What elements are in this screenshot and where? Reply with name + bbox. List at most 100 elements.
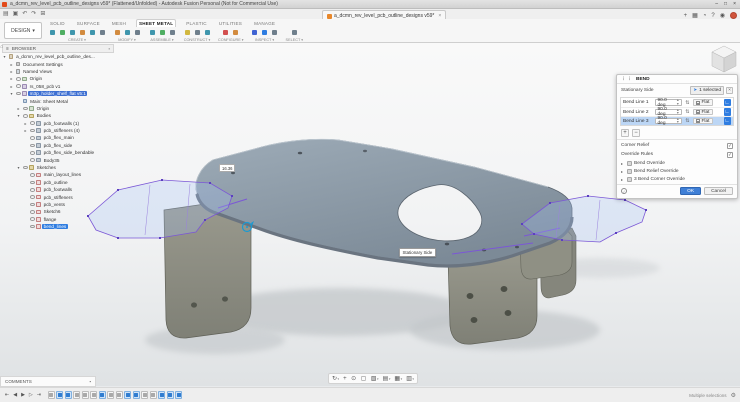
visibility-eye-icon[interactable] — [30, 225, 35, 229]
hole[interactable] — [88, 28, 96, 36]
file-menu[interactable]: ▤ — [3, 11, 9, 17]
timeline-feature[interactable] — [141, 391, 148, 399]
select[interactable] — [290, 28, 298, 36]
ok-button[interactable]: OK — [680, 187, 701, 195]
expand-arrow-icon[interactable] — [16, 106, 21, 111]
tree-body[interactable]: pcb_stiffeners (4) — [23, 127, 114, 134]
timeline-feature[interactable] — [167, 391, 174, 399]
plane[interactable] — [183, 28, 191, 36]
measure[interactable] — [251, 28, 259, 36]
layout-grid[interactable]: ⊞ — [40, 11, 45, 17]
timeline-feature[interactable] — [150, 391, 157, 399]
flip-direction-icon[interactable]: ⇅ — [684, 109, 691, 115]
job-status[interactable]: ◔ — [703, 13, 707, 19]
visibility-eye-icon[interactable] — [30, 181, 35, 185]
axis[interactable] — [193, 28, 201, 36]
minimize[interactable]: – — [715, 1, 718, 7]
notifications[interactable]: ◉ — [720, 13, 725, 19]
user-avatar[interactable] — [730, 12, 737, 19]
go-to-end[interactable]: ⇥ — [36, 392, 42, 398]
display[interactable] — [271, 28, 279, 36]
flat-state-button[interactable]: Flat — [693, 109, 713, 116]
angle-input[interactable]: 90.0 deg▲▼ — [655, 99, 682, 106]
convert[interactable] — [98, 28, 106, 36]
extrude[interactable] — [58, 28, 66, 36]
go-to-start[interactable]: ⇤ — [4, 392, 10, 398]
expand-arrow-icon[interactable] — [23, 121, 28, 126]
visibility-eye-icon[interactable] — [23, 107, 28, 111]
viewcube[interactable] — [712, 46, 736, 72]
zoom[interactable]: ⊙ — [351, 376, 357, 382]
visibility-eye-icon[interactable] — [30, 136, 35, 140]
timeline-feature[interactable] — [175, 391, 182, 399]
flat-state-button[interactable]: Flat — [693, 118, 713, 125]
unfold[interactable] — [78, 28, 86, 36]
checkbox[interactable]: ✓ — [727, 143, 733, 149]
clear-selection-button[interactable]: × — [726, 87, 733, 94]
variants[interactable] — [232, 28, 240, 36]
tree-body[interactable]: pcb_flex_side_bendable — [23, 149, 114, 156]
tree-active-component[interactable]: m3p_holder_shelf_flat v5:1 — [9, 90, 114, 97]
new-component[interactable] — [148, 28, 156, 36]
tree-body[interactable]: pcb_flex_side — [23, 142, 114, 149]
tree-body[interactable]: Body35 — [23, 156, 114, 163]
checkbox[interactable]: ✓ — [727, 152, 733, 158]
tree-named-views[interactable]: Named Views — [9, 68, 114, 75]
fillet[interactable] — [123, 28, 131, 36]
timeline-feature[interactable] — [107, 391, 114, 399]
comments-panel[interactable]: COMMENTS ▪ — [0, 376, 96, 387]
orbit[interactable]: ↻▾ — [332, 376, 339, 382]
configure[interactable] — [222, 28, 230, 36]
redo[interactable]: ↷ — [31, 11, 36, 17]
align[interactable] — [168, 28, 176, 36]
tree-document-settings[interactable]: Document Settings — [9, 60, 114, 67]
bend[interactable] — [68, 28, 76, 36]
timeline-feature[interactable] — [73, 391, 80, 399]
expand-arrow-icon[interactable]: ▸ — [621, 177, 625, 182]
visibility-eye-icon[interactable] — [30, 129, 35, 133]
timeline-feature[interactable] — [99, 391, 106, 399]
bend-line-row[interactable]: Bend Line 1 90.0 deg▲▼ ⇅ Flat ∟ — [621, 98, 733, 107]
tree-sketch[interactable]: pcb_footwalls — [23, 186, 114, 193]
tree-body[interactable]: pcb_footwalls (1) — [23, 120, 114, 127]
grid-layout[interactable]: ▦▾ — [394, 376, 402, 382]
timeline-feature[interactable] — [116, 391, 123, 399]
viewports[interactable]: ▥▾ — [406, 376, 414, 382]
stationary-side-selection[interactable]: ➤ 1 selected — [690, 86, 724, 95]
visibility-eye-icon[interactable] — [30, 173, 35, 177]
home-view-icon[interactable]: ⌂ — [0, 44, 700, 50]
expand-arrow-icon[interactable]: ▸ — [621, 169, 625, 174]
flange[interactable] — [48, 28, 56, 36]
cancel-button[interactable]: Cancel — [704, 187, 733, 195]
play[interactable]: ▶ — [20, 392, 26, 398]
add-bend-line-button[interactable]: + — [621, 129, 629, 137]
visibility-eye-icon[interactable] — [16, 77, 21, 81]
help[interactable]: ? — [711, 13, 714, 19]
dialog-titlebar[interactable]: ⋮⋮ BEND — [617, 75, 737, 84]
tree-component-pcb[interactable]: rs_058_pcb v1 — [9, 83, 114, 90]
step-forward[interactable]: ▷ — [28, 392, 34, 398]
visibility-eye-icon[interactable] — [30, 151, 35, 155]
tree-body[interactable]: pcb_flex_main — [23, 134, 114, 141]
bend-line-row[interactable]: Bend Line 2 90.0 deg▲▼ ⇅ Flat ∟ — [621, 107, 733, 116]
timeline-settings-gear-icon[interactable]: ⚙ — [731, 392, 736, 399]
timeline-feature[interactable] — [158, 391, 165, 399]
flip-direction-icon[interactable]: ⇅ — [684, 100, 691, 106]
refold[interactable] — [133, 28, 141, 36]
timeline-feature[interactable] — [90, 391, 97, 399]
expand-arrow-icon[interactable]: ▸ — [621, 161, 625, 166]
visibility-eye-icon[interactable] — [30, 217, 35, 221]
joint[interactable] — [158, 28, 166, 36]
tree-sketch[interactable]: pcb_stiffeners — [23, 193, 114, 200]
tree-sketch[interactable]: Sketch6 — [23, 208, 114, 215]
display-settings[interactable]: ▤▾ — [383, 376, 391, 382]
save[interactable]: ▣ — [13, 11, 19, 17]
zoom-window[interactable]: ▧▾ — [371, 376, 379, 382]
timeline-feature[interactable] — [56, 391, 63, 399]
tree-bodies-folder[interactable]: Bodies — [16, 112, 114, 119]
expand-arrow-icon[interactable] — [2, 54, 7, 59]
tree-sketch-bend-lines[interactable]: bend_lines — [23, 223, 114, 230]
visibility-eye-icon[interactable] — [30, 121, 35, 125]
visibility-eye-icon[interactable] — [23, 114, 28, 118]
point[interactable] — [203, 28, 211, 36]
